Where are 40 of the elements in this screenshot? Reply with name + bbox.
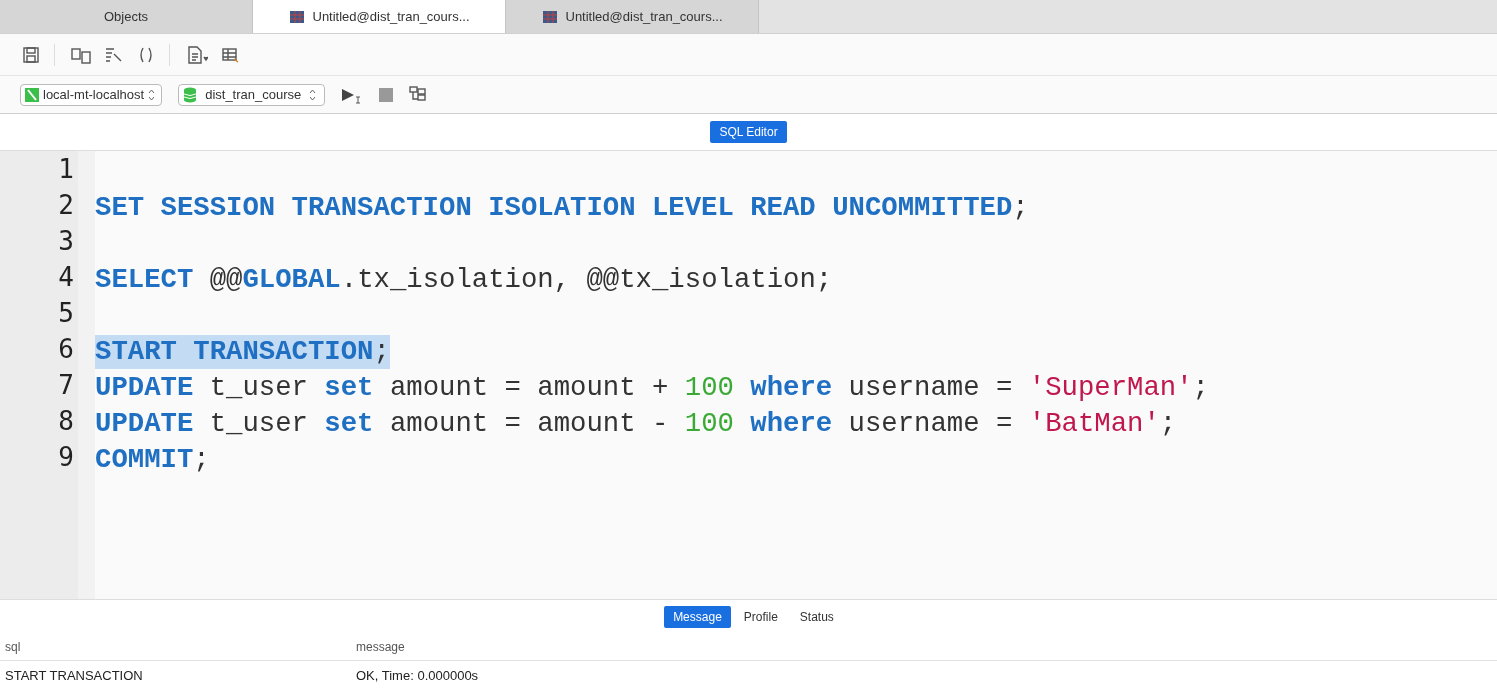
table-icon	[288, 8, 305, 25]
line-number: 8	[57, 406, 75, 438]
result-tab[interactable]: Profile	[734, 606, 787, 628]
table-icon[interactable]	[222, 45, 240, 64]
connection-icon	[25, 87, 39, 102]
column-header: message	[355, 640, 406, 654]
column-header: sql	[4, 640, 22, 654]
tab[interactable]: Untitled@dist_tran_cours...	[253, 0, 506, 33]
parentheses-icon[interactable]	[137, 45, 155, 64]
connection-select[interactable]: local-mt-localhost	[20, 83, 163, 106]
sql-editor-tab[interactable]: SQL Editor	[710, 121, 787, 143]
updown-icon	[148, 88, 156, 101]
tab[interactable]: Untitled@dist_tran_cours...	[506, 0, 759, 33]
database-icon	[183, 86, 198, 103]
save-icon[interactable]	[22, 45, 40, 64]
line-number: 6	[57, 334, 75, 366]
line-number: 5	[57, 298, 75, 330]
line-number: 1	[57, 154, 75, 186]
line-number: 9	[57, 442, 75, 474]
result-tab[interactable]: Message	[664, 606, 731, 628]
tab-label: Untitled@dist_tran_cours...	[565, 9, 723, 24]
line-number: 3	[57, 226, 75, 258]
line-number: 4	[57, 262, 75, 294]
table-cell-text: OK, Time: 0.000000s	[355, 667, 480, 683]
result-tab[interactable]: Status	[790, 606, 843, 628]
tab-label: Untitled@dist_tran_cours...	[312, 9, 470, 24]
code-line: COMMIT;	[95, 443, 210, 477]
line-number: 7	[57, 370, 75, 402]
table-cell-text: START TRANSACTION	[4, 667, 144, 683]
line-number: 2	[57, 190, 75, 222]
updown-icon	[309, 88, 317, 101]
table-icon	[541, 8, 558, 25]
tab[interactable]: Objects	[0, 0, 253, 33]
tab-label: Objects	[103, 9, 149, 24]
stop-icon[interactable]	[379, 87, 394, 102]
code-line: SELECT @@GLOBAL.tx_isolation, @@tx_isolation;	[95, 263, 833, 297]
code-line: SET SESSION TRANSACTION ISOLATION LEVEL READ UNCOMMITTED;	[95, 191, 1029, 225]
code-line: UPDATE t_user set amount = amount + 100 where username = 'SuperMan';	[95, 371, 1209, 405]
code-line: UPDATE t_user set amount = amount - 100 where username = 'BatMan';	[95, 407, 1177, 441]
database-select[interactable]: dist_tran_course	[178, 83, 326, 106]
